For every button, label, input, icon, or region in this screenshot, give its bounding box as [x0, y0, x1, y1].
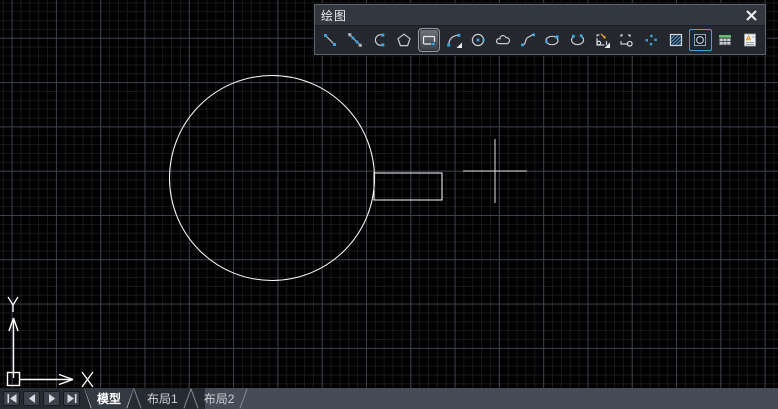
mtext-icon: A	[742, 32, 758, 48]
last-tab-button[interactable]	[63, 391, 80, 406]
rectangle-tool-button[interactable]	[417, 27, 442, 53]
polyline-icon	[372, 32, 388, 48]
polyline-tool-button[interactable]	[367, 27, 392, 53]
circle-icon	[470, 32, 486, 48]
previous-tab-icon	[26, 393, 38, 404]
mtext-tool-button[interactable]: A	[737, 27, 762, 53]
draw-toolbar-title: 绘图	[321, 7, 347, 24]
table-icon	[717, 32, 733, 48]
tab-layout2-label: 布局2	[204, 390, 235, 407]
tab-model-label: 模型	[97, 390, 121, 407]
point-icon	[643, 32, 659, 48]
drawn-circle[interactable]	[170, 76, 375, 281]
svg-text:A: A	[746, 35, 751, 42]
ucs-icon	[8, 297, 94, 387]
insert-block-icon	[594, 32, 610, 48]
drawing-entities	[0, 0, 778, 388]
draw-toolbar-palette[interactable]: 绘图	[314, 4, 766, 55]
gradient-tool-button[interactable]	[688, 27, 713, 53]
ellipse-arc-tool-button[interactable]	[565, 27, 590, 53]
line-tool-button[interactable]	[318, 27, 343, 53]
tab-layout1[interactable]: 布局1	[134, 388, 191, 409]
tab-edge	[190, 388, 198, 408]
arc-tool-button[interactable]	[441, 27, 466, 53]
spline-icon	[520, 32, 536, 48]
tab-edge	[83, 388, 91, 408]
hatch-icon	[668, 32, 684, 48]
insert-block-tool-button[interactable]	[589, 27, 614, 53]
cad-application-window: 绘图	[0, 0, 778, 409]
circle-tool-button[interactable]	[466, 27, 491, 53]
ucs-y-label	[8, 297, 18, 312]
revision-cloud-tool-button[interactable]	[491, 27, 516, 53]
draw-toolbar-buttons: A	[315, 26, 765, 54]
arc-icon	[446, 32, 462, 48]
hatch-tool-button[interactable]	[663, 27, 688, 53]
spline-tool-button[interactable]	[515, 27, 540, 53]
make-block-icon	[618, 32, 634, 48]
ellipse-tool-button[interactable]	[540, 27, 565, 53]
crosshair-cursor	[463, 139, 527, 203]
tab-edge	[240, 388, 248, 408]
line-icon	[322, 32, 338, 48]
tab-layout1-label: 布局1	[147, 390, 178, 407]
ellipse-arc-icon	[569, 32, 585, 48]
polygon-tool-button[interactable]	[392, 27, 417, 53]
table-tool-button[interactable]	[713, 27, 738, 53]
model-space-canvas[interactable]	[0, 0, 778, 388]
previous-tab-button[interactable]	[23, 391, 40, 406]
first-tab-icon	[6, 393, 18, 404]
close-icon[interactable]	[743, 7, 759, 23]
construction-line-icon	[347, 32, 363, 48]
rectangle-icon	[421, 32, 437, 48]
make-block-tool-button[interactable]	[614, 27, 639, 53]
tab-edge	[133, 388, 141, 408]
last-tab-icon	[66, 393, 78, 404]
revision-cloud-icon	[495, 32, 511, 48]
sheet-tabs: 模型 布局1 布局2	[84, 388, 247, 409]
construction-line-tool-button[interactable]	[343, 27, 368, 53]
ellipse-icon	[544, 32, 560, 48]
ucs-x-label	[82, 372, 93, 387]
point-tool-button[interactable]	[639, 27, 664, 53]
next-tab-button[interactable]	[43, 391, 60, 406]
horizontal-scrollbar[interactable]	[205, 388, 778, 409]
polygon-icon	[396, 32, 412, 48]
first-tab-button[interactable]	[3, 391, 20, 406]
next-tab-icon	[46, 393, 58, 404]
gradient-icon	[692, 32, 708, 48]
tab-model[interactable]: 模型	[84, 388, 134, 409]
flyout-indicator	[456, 43, 462, 49]
drawn-rectangle[interactable]	[374, 173, 442, 200]
draw-toolbar-titlebar[interactable]: 绘图	[315, 5, 765, 26]
flyout-indicator	[604, 43, 610, 49]
tab-layout2[interactable]: 布局2	[191, 388, 248, 409]
layout-tab-bar: 模型 布局1 布局2	[0, 388, 778, 409]
